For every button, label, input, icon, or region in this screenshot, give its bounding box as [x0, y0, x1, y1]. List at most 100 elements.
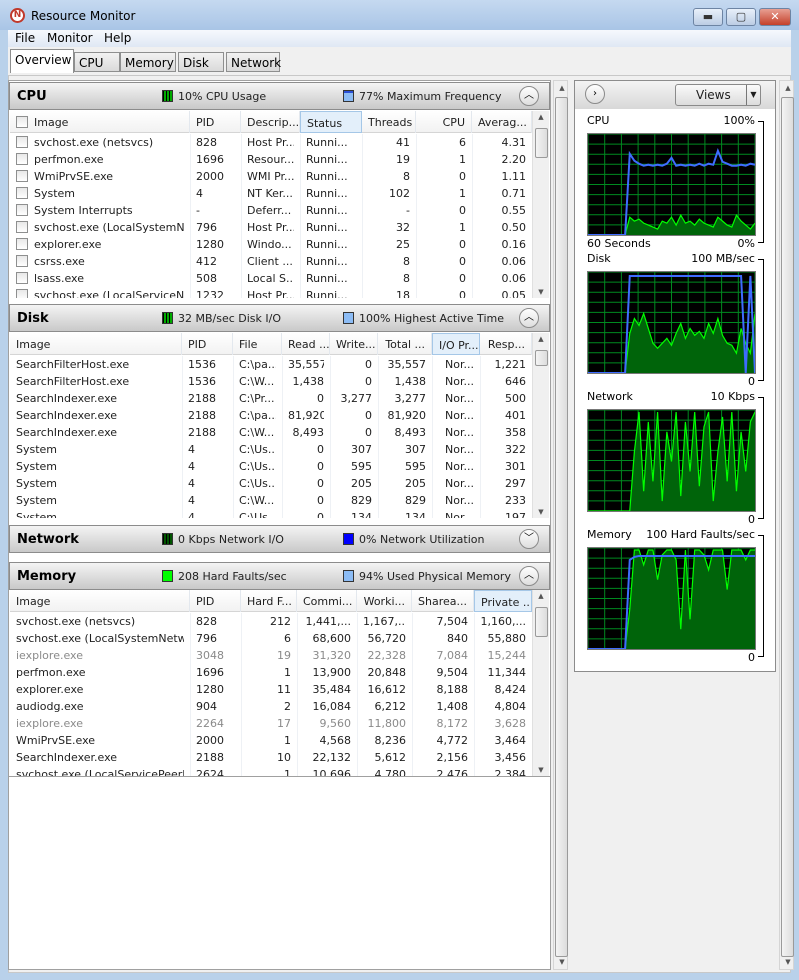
column-header-1[interactable]: PID — [190, 111, 241, 133]
table-row[interactable]: explorer.exe 1280 Windo... Runni... 25 0 0.16 — [10, 236, 532, 253]
column-header-3[interactable]: Read ... — [282, 333, 330, 355]
column-header-5[interactable]: Sharea... — [412, 590, 474, 612]
table-row[interactable]: SearchFilterHost.exe 1536 C:\pa... 35,557 0 3… — [10, 356, 532, 373]
column-header-4[interactable]: Worki... — [357, 590, 412, 612]
process-checkbox[interactable] — [16, 272, 28, 284]
table-row[interactable]: svchost.exe (LocalSystemNet... 796 Host Pr… — [10, 219, 532, 236]
table-row[interactable]: WmiPrvSE.exe 2000 WMI Pr... Runni... 8 0 1.11 — [10, 168, 532, 185]
table-row[interactable]: csrss.exe 412 Client ... Runni... 8 0 0.06 — [10, 253, 532, 270]
column-header-6[interactable]: Private ... — [474, 590, 532, 612]
memory-table-scrollbar[interactable]: ▲ ▼ — [532, 590, 549, 776]
column-header-1[interactable]: PID — [182, 333, 233, 355]
column-header-3[interactable]: Status — [300, 111, 362, 133]
table-row[interactable]: audiodg.exe 904 2 16,084 6,212 1,408 4,804 — [10, 698, 532, 715]
table-row[interactable]: perfmon.exe 1696 Resour... Runni... 19 1 2.20 — [10, 151, 532, 168]
table-row[interactable]: System 4 NT Ker... Runni... 102 1 0.71 — [10, 185, 532, 202]
disk-table-scrollbar[interactable]: ▲ ▼ — [532, 333, 549, 518]
table-row[interactable]: svchost.exe (LocalServiceNo... 1232 Host P… — [10, 287, 532, 298]
column-header-5[interactable]: Total ... — [378, 333, 432, 355]
expand-network-button[interactable]: ﹀ — [519, 529, 539, 549]
scroll-thumb[interactable] — [535, 607, 548, 637]
table-row[interactable]: svchost.exe (netsvcs) 828 Host Pr... Runni.… — [10, 134, 532, 151]
views-dropdown[interactable]: Views ▼ — [675, 84, 761, 106]
tab-cpu[interactable]: CPU — [74, 52, 120, 72]
column-header-0[interactable]: Image — [10, 590, 190, 612]
column-header-4[interactable]: Write... — [330, 333, 378, 355]
process-checkbox[interactable] — [16, 238, 28, 250]
left-pane-scrollbar[interactable]: ▲ ▼ — [553, 80, 568, 970]
table-row[interactable]: iexplore.exe 2264 17 9,560 11,800 8,172 3,628 — [10, 715, 532, 732]
column-header-6[interactable]: Averag... — [472, 111, 532, 133]
scroll-thumb[interactable] — [535, 350, 548, 366]
column-header-5[interactable]: CPU — [416, 111, 472, 133]
scroll-thumb[interactable] — [781, 97, 794, 957]
column-header-2[interactable]: Hard F... — [241, 590, 297, 612]
collapse-disk-button[interactable]: ︿ — [519, 308, 539, 328]
process-checkbox[interactable] — [16, 170, 28, 182]
process-checkbox[interactable] — [16, 255, 28, 267]
column-header-0[interactable]: Image — [10, 333, 182, 355]
scroll-down-icon[interactable]: ▼ — [780, 958, 796, 966]
table-row[interactable]: iexplore.exe 3048 19 31,320 22,328 7,084 15,24… — [10, 647, 532, 664]
scroll-thumb[interactable] — [555, 97, 568, 957]
column-header-7[interactable]: Resp... — [480, 333, 532, 355]
cpu-table-scrollbar[interactable]: ▲ ▼ — [532, 111, 549, 298]
menu-monitor[interactable]: Monitor — [47, 31, 93, 45]
minimize-button[interactable]: ▬ — [693, 8, 723, 26]
tab-overview[interactable]: Overview — [10, 49, 74, 73]
column-header-0[interactable]: Image — [10, 111, 190, 133]
table-row[interactable]: svchost.exe (LocalSystemNetwo... 796 6 68,6… — [10, 630, 532, 647]
disk-section-header[interactable]: Disk 32 MB/sec Disk I/O 100% Highest Act… — [9, 304, 550, 332]
scroll-down-icon[interactable]: ▼ — [533, 288, 549, 296]
scroll-thumb[interactable] — [535, 128, 548, 158]
table-row[interactable]: lsass.exe 508 Local S... Runni... 8 0 0.06 — [10, 270, 532, 287]
column-header-2[interactable]: File — [233, 333, 282, 355]
menu-help[interactable]: Help — [104, 31, 131, 45]
table-row[interactable]: svchost.exe (netsvcs) 828 212 1,441,... 1,16… — [10, 613, 532, 630]
process-checkbox[interactable] — [16, 153, 28, 165]
scroll-up-icon[interactable]: ▲ — [780, 84, 796, 92]
scroll-up-icon[interactable]: ▲ — [533, 113, 549, 121]
table-row[interactable]: System 4 C:\Us... 0 205 205 Nor... 297 — [10, 475, 532, 492]
scroll-up-icon[interactable]: ▲ — [533, 592, 549, 600]
table-row[interactable]: System 4 C:\W... 0 829 829 Nor... 233 — [10, 492, 532, 509]
graph-pane-scrollbar[interactable]: ▲ ▼ — [779, 80, 794, 970]
process-checkbox[interactable] — [16, 221, 28, 233]
hide-graphs-button[interactable]: › — [585, 84, 605, 104]
table-row[interactable]: SearchIndexer.exe 2188 C:\W... 8,493 0 8,493 N… — [10, 424, 532, 441]
collapse-cpu-button[interactable]: ︿ — [519, 86, 539, 106]
select-all-checkbox[interactable] — [16, 116, 28, 128]
column-header-6[interactable]: I/O Pr... — [432, 333, 480, 355]
column-header-2[interactable]: Descrip... — [241, 111, 300, 133]
table-row[interactable]: svchost.exe (LocalServicePeerNet) 2624 1 10… — [10, 766, 532, 776]
menu-file[interactable]: File — [15, 31, 35, 45]
process-checkbox[interactable] — [16, 289, 28, 298]
close-button[interactable]: ✕ — [759, 8, 791, 26]
column-header-1[interactable]: PID — [190, 590, 241, 612]
tab-memory[interactable]: Memory — [120, 52, 176, 72]
maximize-button[interactable]: ▢ — [726, 8, 756, 26]
process-checkbox[interactable] — [16, 204, 28, 216]
table-row[interactable]: WmiPrvSE.exe 2000 1 4,568 8,236 4,772 3,464 — [10, 732, 532, 749]
collapse-memory-button[interactable]: ︿ — [519, 566, 539, 586]
table-row[interactable]: explorer.exe 1280 11 35,484 16,612 8,188 8,424 — [10, 681, 532, 698]
scroll-down-icon[interactable]: ▼ — [554, 958, 570, 966]
table-row[interactable]: SearchIndexer.exe 2188 C:\pa... 81,920 0 81,9… — [10, 407, 532, 424]
table-row[interactable]: SearchIndexer.exe 2188 10 22,132 5,612 2,156 3… — [10, 749, 532, 766]
memory-section-header[interactable]: Memory 208 Hard Faults/sec 94% Used Phys… — [9, 562, 550, 590]
table-row[interactable]: System 4 C:\Us... 0 134 134 Nor... 197 — [10, 509, 532, 518]
tab-disk[interactable]: Disk — [178, 52, 224, 72]
scroll-up-icon[interactable]: ▲ — [533, 335, 549, 343]
scroll-up-icon[interactable]: ▲ — [554, 84, 570, 92]
cpu-section-header[interactable]: CPU 10% CPU Usage 77% Maximum Frequency … — [9, 82, 550, 110]
tab-network[interactable]: Network — [226, 52, 281, 72]
process-checkbox[interactable] — [16, 187, 28, 199]
scroll-down-icon[interactable]: ▼ — [533, 766, 549, 774]
table-row[interactable]: System Interrupts - Deferr... Runni... - 0 0.5… — [10, 202, 532, 219]
network-section-header[interactable]: Network 0 Kbps Network I/O 0% Network Ut… — [9, 525, 550, 553]
scroll-down-icon[interactable]: ▼ — [533, 508, 549, 516]
table-row[interactable]: perfmon.exe 1696 1 13,900 20,848 9,504 11,344 — [10, 664, 532, 681]
table-row[interactable]: System 4 C:\Us... 0 307 307 Nor... 322 — [10, 441, 532, 458]
column-header-3[interactable]: Commi... — [297, 590, 357, 612]
process-checkbox[interactable] — [16, 136, 28, 148]
